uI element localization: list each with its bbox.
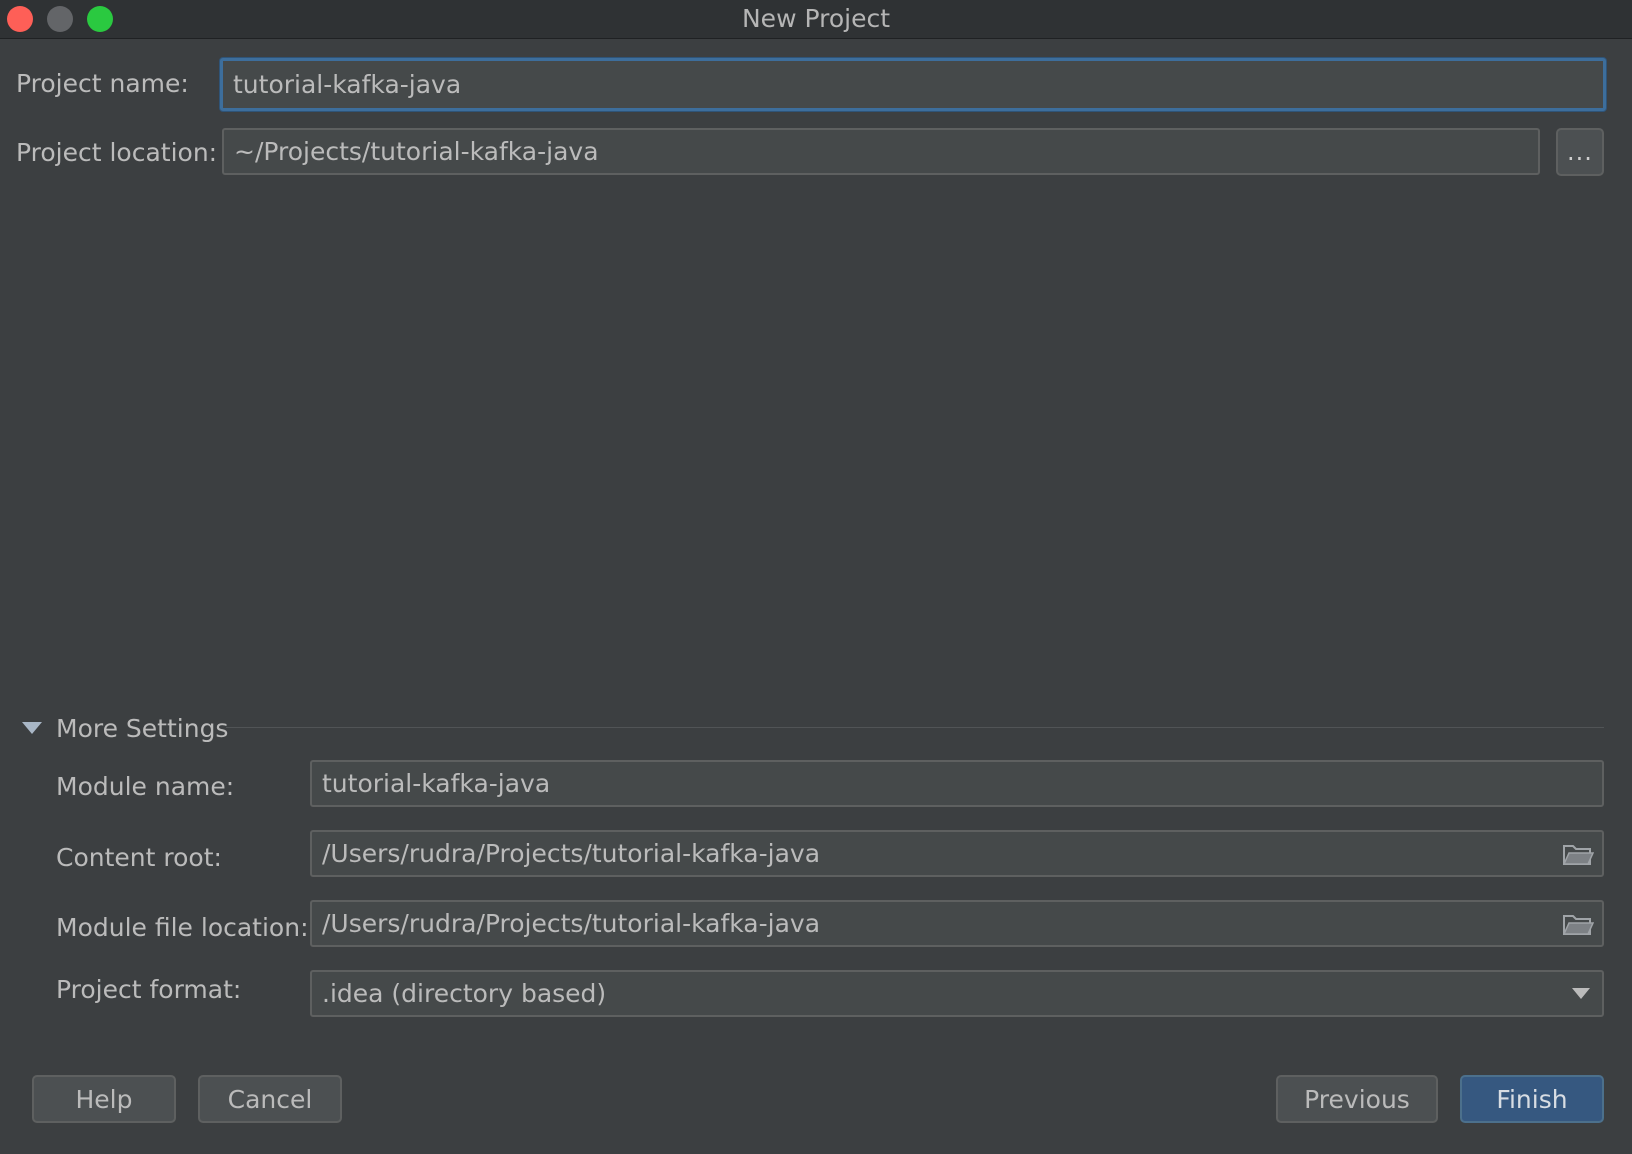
collapse-triangle-icon [22,722,42,734]
finish-button[interactable]: Finish [1460,1075,1604,1123]
module-name-label: Module name: [56,772,235,801]
new-project-dialog: New Project Project name: tutorial-kafka… [0,0,1632,1154]
project-name-input[interactable]: tutorial-kafka-java [220,58,1606,111]
more-settings-title: More Settings [56,713,229,743]
project-format-label: Project format: [56,975,242,1004]
title-bar: New Project [0,0,1632,39]
cancel-button[interactable]: Cancel [198,1075,342,1123]
module-file-location-value: /Users/rudra/Projects/tutorial-kafka-jav… [322,909,821,938]
section-divider [226,727,1604,728]
module-file-location-input[interactable]: /Users/rudra/Projects/tutorial-kafka-jav… [310,900,1604,947]
project-name-label: Project name: [16,69,189,98]
folder-icon[interactable] [1562,910,1594,938]
more-settings-toggle[interactable]: More Settings [22,712,228,744]
content-root-input[interactable]: /Users/rudra/Projects/tutorial-kafka-jav… [310,830,1604,877]
project-format-select[interactable]: .idea (directory based) [310,970,1604,1017]
previous-button[interactable]: Previous [1276,1075,1438,1123]
folder-icon[interactable] [1562,840,1594,868]
chevron-down-icon [1572,988,1590,999]
window-title: New Project [741,4,890,33]
browse-location-button[interactable]: ... [1556,128,1604,176]
project-location-value: ~/Projects/tutorial-kafka-java [234,137,599,166]
project-name-value: tutorial-kafka-java [233,70,462,99]
project-location-label: Project location: [16,138,218,167]
module-name-input[interactable]: tutorial-kafka-java [310,760,1604,807]
content-root-value: /Users/rudra/Projects/tutorial-kafka-jav… [322,839,821,868]
help-button[interactable]: Help [32,1075,176,1123]
project-location-input[interactable]: ~/Projects/tutorial-kafka-java [222,128,1540,175]
module-file-location-label: Module file location: [56,913,309,942]
module-name-value: tutorial-kafka-java [322,769,551,798]
content-root-label: Content root: [56,843,222,872]
project-format-value: .idea (directory based) [322,979,607,1008]
